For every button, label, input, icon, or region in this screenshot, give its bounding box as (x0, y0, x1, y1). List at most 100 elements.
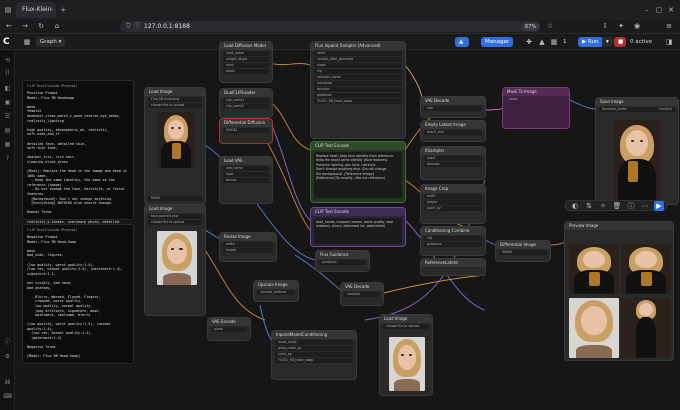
unet-name-widget[interactable]: unet_name (223, 51, 269, 56)
model-library-icon[interactable]: ▣ (3, 98, 12, 107)
browser-tab[interactable]: Flux-Klein-9B-Head... (16, 2, 56, 29)
save-image-node[interactable]: Save Image filename_prefix ComfyUI (595, 97, 679, 205)
load-image-node-2[interactable]: Load Image face-portrait.png choose file… (144, 204, 206, 316)
preview-thumbnail-3[interactable] (569, 298, 619, 358)
load-image-node-3[interactable]: Load Image choose file to upload (379, 314, 433, 396)
pin-icon[interactable]: ✧ (598, 201, 608, 211)
upscale-image-node[interactable]: Upscale Image upscale_method (253, 280, 299, 302)
filename-prefix-widget[interactable]: filename_prefix ComfyUI (599, 107, 675, 112)
negative-prompt-text[interactable]: Negative Prompt Model: Flux 9B Head-Swap… (23, 232, 133, 362)
templates-icon[interactable]: ▦ (3, 140, 12, 149)
run-button[interactable]: ▶ Run (578, 37, 603, 47)
panel-toggle-icon[interactable]: ◨ (664, 37, 674, 47)
upload-button[interactable]: choose file to upload (383, 324, 429, 329)
history-icon[interactable]: ⟲ (3, 56, 12, 65)
load-vae-node[interactable]: Load VAE vae_name type device (219, 156, 273, 204)
flux-sampler-node[interactable]: Flux Inpaint Sampler (Advanced) seed con… (310, 41, 406, 139)
node-library-icon[interactable]: ◧ (3, 84, 12, 93)
preview-thumbnail-4[interactable] (621, 298, 671, 358)
toggle-icon[interactable]: ▲ (455, 37, 469, 47)
puzzle-icon[interactable]: ✚ (524, 37, 534, 47)
sidebar-toggle-icon[interactable]: ▤ (3, 5, 13, 15)
bookmark-icon[interactable]: ☆ (545, 21, 555, 31)
preview-thumbnail-1[interactable] (569, 244, 619, 294)
vae-name-widget[interactable]: vae_name (223, 166, 269, 171)
denoise-widget[interactable]: denoise (424, 162, 482, 167)
vae-decode-node[interactable]: VAE Decode samples (340, 282, 384, 306)
clip-text-encode-positive-node[interactable]: CLIP Text Encode Replace head, keep face… (310, 141, 406, 203)
denoise-widget[interactable]: denoise (314, 87, 402, 92)
upscale-method-widget[interactable]: upscale_method (257, 290, 295, 295)
width-widget[interactable]: width (223, 242, 273, 247)
differential-diffusion-node[interactable]: Differential Diffusion MODEL (219, 118, 273, 144)
cfg-widget[interactable]: cfg (424, 236, 482, 241)
graph-tab[interactable]: Graph ▾ (36, 37, 66, 47)
conditioning-combine-node[interactable]: Conditioning Combine cfg guidance (420, 226, 486, 256)
preview-image-node[interactable]: Preview Image (564, 221, 674, 361)
maximize-icon[interactable]: ▢ (654, 5, 664, 15)
vae-encode-node[interactable]: VAE Encode pixels (207, 317, 251, 341)
workflows-icon[interactable]: ▤ (3, 126, 12, 135)
positive-prompt-note[interactable]: CLIP Text Encode (Prompt) Positive Promp… (22, 80, 134, 251)
preview-thumbnail-2[interactable] (621, 244, 671, 294)
menu-icon[interactable]: ≡ (664, 21, 674, 31)
queue-count[interactable]: 1 (563, 37, 567, 47)
color-picker-icon[interactable]: ◐ (570, 201, 580, 211)
empty-latent-node[interactable]: Empty Latent Image batch_size (420, 120, 486, 142)
width-widget[interactable]: width (424, 194, 482, 199)
code-icon[interactable]: ⟨⟩ (3, 68, 12, 77)
account-icon[interactable]: ◉ (632, 21, 642, 31)
device-widget[interactable]: device (223, 178, 269, 183)
sampler-name-widget[interactable]: sampler_name (314, 75, 402, 80)
mask-to-image-node[interactable]: Mask To Image mask (502, 87, 570, 129)
queue-status[interactable]: 0 active (630, 37, 652, 47)
weight-dtype-widget[interactable]: weight_dtype (223, 57, 269, 62)
type-widget[interactable]: type (223, 172, 269, 177)
load-image-node-1[interactable]: Load Image Flux-9B-head.png choose file … (144, 87, 206, 205)
flux-guidance-node[interactable]: Flux Guidance guidance (315, 250, 370, 272)
noise-mask-widget[interactable]: noise_mask (275, 340, 353, 345)
delete-icon[interactable]: 🗑 (612, 201, 622, 211)
ksampler-node[interactable]: KSampler seed denoise (420, 146, 486, 180)
dual-clip-loader-node[interactable]: DualCLIPLoader clip_name1 clip_name2 (219, 88, 273, 118)
clip-name1-widget[interactable]: clip_name1 (223, 98, 269, 103)
grid-icon[interactable]: ▦ (549, 37, 559, 47)
address-bar[interactable]: ⛉ ⓘ 127.0.0.1:8188 (120, 21, 540, 32)
help-icon[interactable]: ? (3, 154, 12, 163)
scheduler-widget[interactable]: scheduler (314, 81, 402, 86)
positive-prompt-input[interactable]: Replace head, keep face identity from re… (314, 152, 402, 198)
reference-latent-node[interactable]: ReferenceLatent (420, 258, 486, 276)
model-path-widget[interactable]: FLUX1_9B_head_swap (275, 358, 353, 363)
height-widget[interactable]: height (223, 248, 273, 253)
batch-size-widget[interactable]: batch_size (424, 130, 482, 135)
height-widget[interactable]: height (424, 200, 482, 205)
downloads-icon[interactable]: ⇩ (600, 21, 610, 31)
image-select[interactable]: face-portrait.png (148, 214, 202, 219)
zoom-level[interactable]: 67% (522, 23, 540, 31)
play-icon[interactable]: ▶ (654, 201, 664, 211)
upload-button[interactable]: choose file to upload (148, 220, 202, 225)
seed-widget[interactable]: seed (223, 63, 269, 68)
terminal-icon[interactable]: ⌘ (3, 378, 12, 387)
seed-widget[interactable]: seed (424, 156, 482, 161)
negative-prompt-note[interactable]: CLIP Text Encode (Prompt) Negative Promp… (22, 224, 134, 364)
clip-text-encode-negative-node[interactable]: CLIP Text Encode (bad_hands, cropped, lo… (310, 207, 406, 247)
steps-widget[interactable]: steps (223, 69, 269, 74)
cfg-widget[interactable]: cfg (314, 69, 402, 74)
keyboard-icon[interactable]: ⌨ (3, 392, 12, 401)
close-window-icon[interactable]: ✕ (666, 5, 676, 15)
stop-button[interactable]: ■ (614, 37, 626, 47)
image-crop-node[interactable]: Image Crop width height scale_by (420, 184, 486, 224)
guidance-widget[interactable]: guidance (424, 242, 482, 247)
more-icon[interactable]: ⋯ (640, 201, 650, 211)
queue-icon[interactable]: ☰ (3, 112, 12, 121)
home-icon[interactable]: ⌂ (52, 21, 62, 31)
extensions-icon[interactable]: ✦ (616, 21, 626, 31)
manager-button[interactable]: Manager (481, 37, 514, 47)
graph-icon[interactable]: ▲ (537, 37, 547, 47)
bypass-icon[interactable]: ⇅ (584, 201, 594, 211)
negative-prompt-input[interactable]: (bad_hands, cropped, lowres, worst quali… (314, 218, 402, 244)
forward-icon[interactable]: → (20, 21, 30, 31)
settings-icon[interactable]: ⚙ (3, 352, 12, 361)
inpaint-model-conditioning-node[interactable]: InpaintModelConditioning noise_mask grow… (271, 330, 357, 380)
